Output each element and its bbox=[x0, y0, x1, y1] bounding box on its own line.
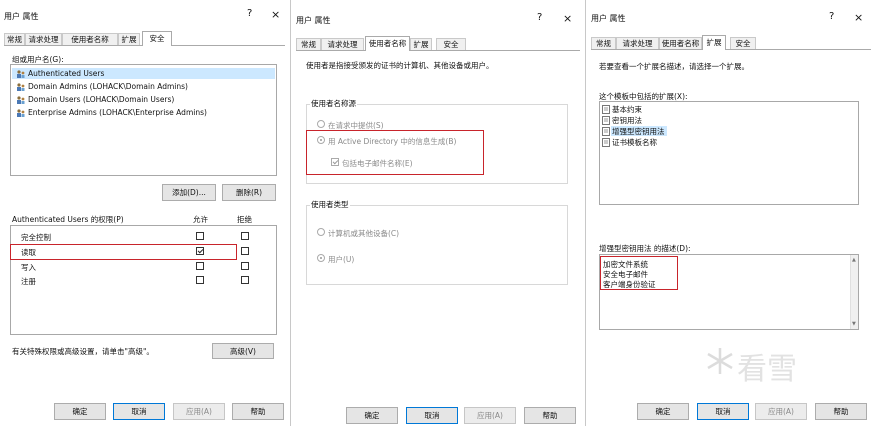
divider bbox=[585, 0, 586, 426]
tab-security[interactable]: 安全 bbox=[730, 37, 756, 49]
close-button[interactable]: × bbox=[854, 11, 863, 24]
allow-checkbox[interactable] bbox=[196, 262, 204, 270]
extension-icon bbox=[602, 116, 610, 125]
cancel-button[interactable]: 取消 bbox=[406, 407, 458, 424]
remove-button[interactable]: 删除(R) bbox=[222, 184, 276, 201]
highlight-read-row bbox=[10, 244, 237, 260]
window-title: 用户 属性 bbox=[4, 12, 39, 21]
tab-request-handling[interactable]: 请求处理 bbox=[25, 33, 62, 45]
extension-icon bbox=[602, 127, 610, 136]
allow-checkbox[interactable] bbox=[196, 276, 204, 284]
tab-extensions[interactable]: 扩展 bbox=[702, 35, 726, 50]
tab-bar: 常规 请求处理 使用者名称 扩展 安全 bbox=[292, 36, 584, 51]
advanced-button[interactable]: 高级(V) bbox=[212, 343, 274, 359]
users-icon bbox=[16, 83, 25, 91]
description-text: 若要查看一个扩展名描述，请选择一个扩展。 bbox=[599, 62, 749, 71]
group-title: 使用者名称源 bbox=[310, 98, 357, 109]
window-title: 用户 属性 bbox=[591, 14, 626, 23]
tab-bar: 常规 请求处理 使用者名称 扩展 安全 bbox=[587, 35, 875, 50]
principal-item[interactable]: Domain Admins (LOHACK\Domain Admins) bbox=[28, 82, 188, 91]
extension-item[interactable]: 密钥用法 bbox=[612, 115, 642, 126]
principal-list: Authenticated Users Domain Admins (LOHAC… bbox=[10, 64, 277, 176]
tab-general[interactable]: 常规 bbox=[296, 38, 321, 50]
computer-radio[interactable] bbox=[317, 228, 325, 236]
tab-subject-name[interactable]: 使用者名称 bbox=[659, 37, 702, 49]
ok-button[interactable]: 确定 bbox=[54, 403, 106, 420]
deny-checkbox[interactable] bbox=[241, 232, 249, 240]
window-title: 用户 属性 bbox=[296, 16, 331, 25]
extension-icon bbox=[602, 138, 610, 147]
scrollbar[interactable]: ▲ ▼ bbox=[850, 255, 858, 329]
allow-header: 允许 bbox=[193, 215, 208, 224]
allow-checkbox[interactable] bbox=[196, 232, 204, 240]
cancel-button[interactable]: 取消 bbox=[113, 403, 165, 420]
tab-extensions[interactable]: 扩展 bbox=[410, 38, 432, 50]
tab-general[interactable]: 常规 bbox=[4, 33, 25, 45]
group-title: 使用者类型 bbox=[310, 199, 350, 210]
tab-extensions[interactable]: 扩展 bbox=[118, 33, 140, 45]
tab-request-handling[interactable]: 请求处理 bbox=[321, 38, 364, 50]
apply-button[interactable]: 应用(A) bbox=[173, 403, 225, 420]
help-title-button[interactable]: ? bbox=[829, 11, 834, 22]
principal-item[interactable]: Authenticated Users bbox=[28, 69, 104, 78]
subject-name-dialog: 用户 属性 ? × 常规 请求处理 使用者名称 扩展 安全 使用者是指接受颁发的… bbox=[292, 0, 584, 426]
help-title-button[interactable]: ? bbox=[247, 8, 252, 19]
extension-item[interactable]: 证书模板名称 bbox=[612, 137, 657, 148]
ok-button[interactable]: 确定 bbox=[637, 403, 689, 420]
cancel-button[interactable]: 取消 bbox=[697, 403, 749, 420]
description-text: 使用者是指接受颁发的证书的计算机、其他设备或用户。 bbox=[306, 61, 494, 70]
deny-checkbox[interactable] bbox=[241, 276, 249, 284]
radio-label: 计算机或其他设备(C) bbox=[328, 229, 400, 238]
principal-item[interactable]: Enterprise Admins (LOHACK\Enterprise Adm… bbox=[28, 108, 207, 117]
permission-list: 完全控制 读取 写入 注册 bbox=[10, 225, 277, 335]
tab-bar: 常规 请求处理 使用者名称 扩展 安全 bbox=[0, 31, 289, 46]
permission-name: 完全控制 bbox=[21, 233, 51, 242]
permission-name: 写入 bbox=[21, 263, 36, 272]
users-icon bbox=[16, 70, 25, 78]
deny-checkbox[interactable] bbox=[241, 262, 249, 270]
deny-header: 拒绝 bbox=[237, 215, 252, 224]
add-button[interactable]: 添加(D)... bbox=[162, 184, 216, 201]
highlight-ad-option bbox=[306, 130, 484, 175]
ok-button[interactable]: 确定 bbox=[346, 407, 398, 424]
subject-type-group bbox=[306, 205, 568, 285]
help-button[interactable]: 帮助 bbox=[815, 403, 867, 420]
help-button[interactable]: 帮助 bbox=[524, 407, 576, 424]
help-title-button[interactable]: ? bbox=[537, 12, 542, 23]
highlight-description bbox=[600, 256, 678, 290]
users-icon bbox=[16, 109, 25, 117]
apply-button[interactable]: 应用(A) bbox=[464, 407, 516, 424]
tab-subject-name[interactable]: 使用者名称 bbox=[365, 36, 410, 51]
tab-subject-name[interactable]: 使用者名称 bbox=[62, 33, 118, 45]
extension-item[interactable]: 基本约束 bbox=[612, 104, 642, 115]
extensions-list: 基本约束 密钥用法 增强型密钥用法 证书模板名称 bbox=[599, 101, 859, 205]
watermark-text: 看雪 bbox=[737, 352, 797, 387]
tab-security[interactable]: 安全 bbox=[142, 31, 172, 46]
close-button[interactable]: × bbox=[563, 12, 572, 25]
permissions-label: Authenticated Users 的权限(P) bbox=[12, 215, 124, 224]
extension-icon bbox=[602, 105, 610, 114]
watermark-logo-icon bbox=[705, 346, 735, 376]
deny-checkbox[interactable] bbox=[241, 247, 249, 255]
tab-request-handling[interactable]: 请求处理 bbox=[616, 37, 659, 49]
security-dialog: 用户 属性 ? × 常规 请求处理 使用者名称 扩展 安全 组或用户名(G): … bbox=[0, 0, 289, 426]
supply-in-request-radio[interactable] bbox=[317, 120, 325, 128]
apply-button[interactable]: 应用(A) bbox=[755, 403, 807, 420]
extensions-dialog: 用户 属性 ? × 常规 请求处理 使用者名称 扩展 安全 若要查看一个扩展名描… bbox=[587, 0, 875, 426]
users-icon bbox=[16, 96, 25, 104]
tab-general[interactable]: 常规 bbox=[591, 37, 616, 49]
radio-label: 用户(U) bbox=[328, 255, 355, 264]
permission-name: 注册 bbox=[21, 277, 36, 286]
special-permissions-text: 有关特殊权限或高级设置，请单击"高级"。 bbox=[12, 347, 154, 356]
help-button[interactable]: 帮助 bbox=[232, 403, 284, 420]
user-radio[interactable] bbox=[317, 254, 325, 262]
divider bbox=[290, 0, 291, 426]
principal-item[interactable]: Domain Users (LOHACK\Domain Users) bbox=[28, 95, 174, 104]
tab-security[interactable]: 安全 bbox=[436, 38, 466, 50]
description-label: 增强型密钥用法 的描述(D): bbox=[599, 244, 691, 253]
close-button[interactable]: × bbox=[271, 8, 280, 21]
extension-item[interactable]: 增强型密钥用法 bbox=[612, 126, 665, 137]
